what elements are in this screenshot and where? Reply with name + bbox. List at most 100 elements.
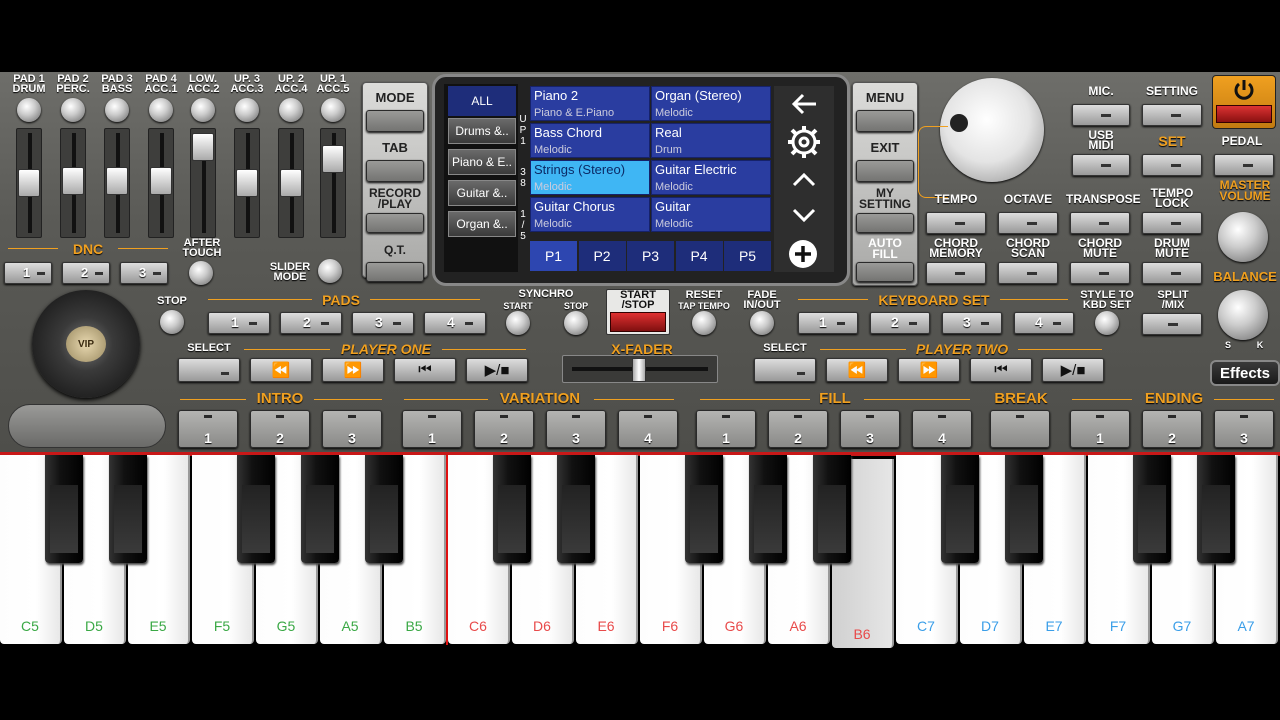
slot-knob[interactable]: [235, 98, 259, 122]
voice-item[interactable]: Guitar Chorus Melodic: [530, 197, 650, 232]
qt-button[interactable]: [366, 262, 424, 282]
black-key[interactable]: [1005, 455, 1043, 563]
cmu1-button[interactable]: [1070, 262, 1130, 284]
page-tab[interactable]: P4: [675, 241, 723, 271]
dm1-button[interactable]: [1142, 262, 1202, 284]
slot-knob[interactable]: [149, 98, 173, 122]
break-button[interactable]: [990, 410, 1050, 448]
black-key[interactable]: [749, 455, 787, 563]
chevron-up-icon[interactable]: [791, 170, 817, 188]
slot-knob[interactable]: [321, 98, 345, 122]
mode-button[interactable]: [366, 110, 424, 132]
slot-fader[interactable]: [278, 128, 304, 238]
after-touch-knob[interactable]: [189, 261, 213, 285]
page-tab[interactable]: P2: [578, 241, 626, 271]
pedal-button[interactable]: [1214, 154, 1274, 176]
cs1-button[interactable]: [998, 262, 1058, 284]
voice-item[interactable]: Guitar Electric Melodic: [651, 160, 771, 195]
intro-button-2[interactable]: 2: [250, 410, 310, 448]
fader-cap[interactable]: [192, 133, 214, 161]
ending-button-3[interactable]: 3: [1214, 410, 1274, 448]
chevron-down-icon[interactable]: [791, 206, 817, 224]
ending-button-2[interactable]: 2: [1142, 410, 1202, 448]
black-key[interactable]: [813, 455, 851, 563]
plus-circle-icon[interactable]: [788, 239, 818, 269]
slot-fader[interactable]: [16, 128, 42, 238]
keyboard-set-button-1[interactable]: 1: [798, 312, 858, 334]
black-key[interactable]: [109, 455, 147, 563]
style-to-kbd-knob[interactable]: [1095, 311, 1119, 335]
slot-knob[interactable]: [279, 98, 303, 122]
fader-cap[interactable]: [106, 167, 128, 195]
player-1-select-button[interactable]: [178, 358, 240, 382]
slot-knob[interactable]: [105, 98, 129, 122]
black-key[interactable]: [493, 455, 531, 563]
voice-item[interactable]: Strings (Stereo) Melodic: [530, 160, 650, 195]
intro-button-3[interactable]: 3: [322, 410, 382, 448]
player-2-rewind-button[interactable]: ⏪: [826, 358, 888, 382]
pad-button-2[interactable]: 2: [280, 312, 342, 334]
fade-knob[interactable]: [750, 311, 774, 335]
synchro-start-knob[interactable]: [506, 311, 530, 335]
mic-button[interactable]: [1072, 104, 1130, 126]
keyboard-set-button-2[interactable]: 2: [870, 312, 930, 334]
voice-item[interactable]: Real Drum: [651, 123, 771, 158]
fill-button-1[interactable]: 1: [696, 410, 756, 448]
voice-item[interactable]: Bass Chord Melodic: [530, 123, 650, 158]
tab-button[interactable]: [366, 160, 424, 182]
black-key[interactable]: [1197, 455, 1235, 563]
voice-item[interactable]: Piano 2 Piano & E.Piano: [530, 86, 650, 121]
split-mix-button[interactable]: [1142, 313, 1202, 335]
category-tab[interactable]: Piano & E..: [448, 149, 516, 175]
octave-button[interactable]: [998, 212, 1058, 234]
pads-stop-knob[interactable]: [160, 310, 184, 334]
slot-fader[interactable]: [60, 128, 86, 238]
slot-knob[interactable]: [191, 98, 215, 122]
tempo-button[interactable]: [926, 212, 986, 234]
transpose-button[interactable]: [1070, 212, 1130, 234]
slot-fader[interactable]: [104, 128, 130, 238]
fader-cap[interactable]: [18, 169, 40, 197]
slot-fader[interactable]: [148, 128, 174, 238]
intro-button-1[interactable]: 1: [178, 410, 238, 448]
keyboard-set-button-3[interactable]: 3: [942, 312, 1002, 334]
pad-button-1[interactable]: 1: [208, 312, 270, 334]
fader-cap[interactable]: [280, 169, 302, 197]
fill-button-2[interactable]: 2: [768, 410, 828, 448]
voice-item[interactable]: Guitar Melodic: [651, 197, 771, 232]
category-tab[interactable]: ALL: [448, 86, 516, 116]
slot-fader[interactable]: [320, 128, 346, 238]
tl1-button[interactable]: [1142, 212, 1202, 234]
black-key[interactable]: [45, 455, 83, 563]
player-1-play-stop-button[interactable]: ▶/■: [466, 358, 528, 382]
black-key[interactable]: [1133, 455, 1171, 563]
usb1-button[interactable]: [1072, 154, 1130, 176]
xfader-handle[interactable]: [632, 358, 646, 382]
variation-button-4[interactable]: 4: [618, 410, 678, 448]
slot-fader[interactable]: [190, 128, 216, 238]
black-key[interactable]: [237, 455, 275, 563]
page-tab[interactable]: P5: [724, 241, 771, 271]
set-button[interactable]: [1142, 154, 1202, 176]
menu-button[interactable]: [856, 110, 914, 132]
variation-button-1[interactable]: 1: [402, 410, 462, 448]
ending-button-1[interactable]: 1: [1070, 410, 1130, 448]
dnc-button-3[interactable]: 3: [120, 262, 168, 284]
gear-icon[interactable]: [786, 124, 822, 160]
fill-button-4[interactable]: 4: [912, 410, 972, 448]
fader-cap[interactable]: [150, 167, 172, 195]
category-tab[interactable]: Drums &..: [448, 118, 516, 144]
setting-button[interactable]: [1142, 104, 1202, 126]
cm1-button[interactable]: [926, 262, 986, 284]
player-2-play-stop-button[interactable]: ▶/■: [1042, 358, 1104, 382]
fill-button-3[interactable]: 3: [840, 410, 900, 448]
black-key[interactable]: [365, 455, 403, 563]
player-1-skip-back-button[interactable]: ⏮: [394, 358, 456, 382]
auto-fill-button[interactable]: [856, 262, 914, 282]
keyboard-set-button-4[interactable]: 4: [1014, 312, 1074, 334]
black-key[interactable]: [557, 455, 595, 563]
slot-knob[interactable]: [61, 98, 85, 122]
fader-cap[interactable]: [236, 169, 258, 197]
page-tab[interactable]: P1: [530, 241, 577, 271]
category-tab[interactable]: Guitar &..: [448, 180, 516, 206]
